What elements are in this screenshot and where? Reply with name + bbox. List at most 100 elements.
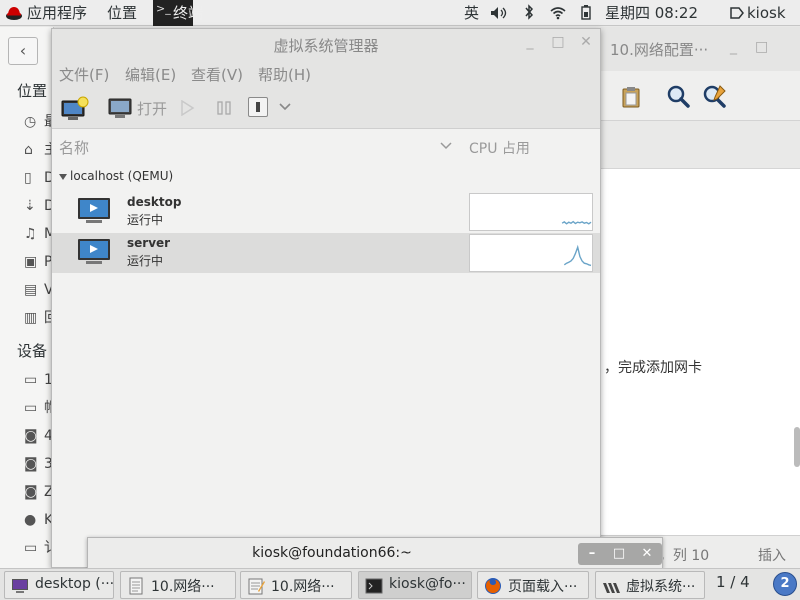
sidebar-device-6[interactable]: ● K <box>24 510 54 530</box>
insert-mode[interactable]: 插入 <box>758 545 786 565</box>
menu-view[interactable]: 查看(V) <box>191 64 243 85</box>
terminal-minimize-button[interactable]: – <box>580 544 604 564</box>
user-menu[interactable]: kiosk <box>730 0 786 26</box>
task-vm-desktop[interactable]: desktop (··· <box>4 571 114 599</box>
column-name[interactable]: 名称 <box>59 137 89 158</box>
task-firefox[interactable]: 页面载入··· <box>477 571 589 599</box>
menu-file[interactable]: 文件(F) <box>59 64 109 85</box>
home-icon: ⌂ <box>24 142 33 158</box>
notification-badge[interactable]: 2 <box>773 572 797 596</box>
vm-monitor-icon <box>78 239 110 264</box>
gedit-maximize-button[interactable]: □ <box>755 39 768 55</box>
chevron-down-icon[interactable] <box>440 141 452 151</box>
disk-icon: ◙ <box>24 484 38 500</box>
host-row[interactable]: localhost (QEMU) <box>52 167 600 187</box>
pause-icon[interactable] <box>216 101 232 115</box>
gedit-titlebar[interactable]: 10.网络配置··· _ □ <box>600 27 800 71</box>
column-cpu-usage[interactable]: CPU 占用 <box>469 138 530 158</box>
applications-menu[interactable]: 应用程序 <box>27 0 87 26</box>
vm-row-desktop[interactable]: desktop 运行中 <box>52 192 600 232</box>
vm-name: desktop <box>127 195 182 209</box>
sidebar-item-videos[interactable]: ▤ V <box>24 280 54 300</box>
sidebar-item-downloads[interactable]: ⇣ D <box>24 196 55 216</box>
terminal-window[interactable]: kiosk@foundation66:~ – □ ✕ <box>87 537 663 569</box>
task-terminal[interactable]: kiosk@fo··· <box>358 571 472 599</box>
monitor-icon <box>108 98 132 118</box>
vmm-minimize-button[interactable]: _ <box>522 34 538 50</box>
gedit-scrollbar[interactable] <box>794 427 800 467</box>
vmm-title: 虚拟系统管理器 <box>273 37 379 55</box>
terminal-icon <box>365 578 383 594</box>
places-menu[interactable]: 位置 <box>107 0 137 26</box>
sidebar-device-4[interactable]: ◙ 3 <box>24 454 54 474</box>
clock[interactable]: 星期四 08:22 <box>605 0 698 26</box>
film-icon: ▤ <box>24 282 38 298</box>
search-icon[interactable] <box>666 84 690 108</box>
input-method-indicator[interactable]: 英 <box>464 0 479 26</box>
task-label: 虚拟系统··· <box>626 579 696 595</box>
sidebar-item-pictures[interactable]: ▣ P <box>24 252 54 272</box>
vm-status: 运行中 <box>127 254 164 268</box>
sidebar-device-3[interactable]: ◙ 4 <box>24 426 54 446</box>
virt-manager-icon <box>603 583 620 593</box>
terminal-maximize-button[interactable]: □ <box>607 544 631 564</box>
sidebar-device-2[interactable]: ▭帽 <box>24 398 58 418</box>
chevron-down-icon[interactable] <box>278 100 292 114</box>
vm-status: 运行中 <box>127 213 164 227</box>
firefox-icon <box>485 578 501 594</box>
gedit-window: 10.网络配置··· _ □ ，完成添加网卡 7，列 10 插入 <box>600 27 800 572</box>
vmm-close-button[interactable]: ✕ <box>578 34 594 50</box>
redhat-logo-icon[interactable] <box>4 0 24 26</box>
usb-icon: ● <box>24 512 37 528</box>
shutdown-icon[interactable] <box>248 97 268 117</box>
trash-icon: ▥ <box>24 310 38 326</box>
sidebar-heading-places: 位置 <box>17 82 48 100</box>
expander-arrow-icon[interactable] <box>58 173 68 181</box>
gedit-document-text[interactable]: ，完成添加网卡 <box>604 357 702 377</box>
menu-edit[interactable]: 编辑(E) <box>125 64 176 85</box>
disk-icon: ◙ <box>24 456 38 472</box>
sidebar-item-home[interactable]: ⌂主 <box>24 140 58 160</box>
vmm-maximize-button[interactable]: □ <box>550 34 566 50</box>
menu-help[interactable]: 帮助(H) <box>258 64 311 85</box>
top-panel: 应用程序 位置 >_ 终端 英 星期四 08:22 kiosk <box>0 0 800 26</box>
system-status-area[interactable] <box>490 0 592 26</box>
run-icon[interactable] <box>179 100 195 116</box>
cpu-usage-graph <box>469 193 593 231</box>
terminal-app-label[interactable]: 终端 <box>173 0 203 26</box>
vm-row-server[interactable]: server 运行中 <box>52 233 600 273</box>
bottom-taskbar: desktop (··· 10.网络··· 10.网络··· kiosk@fo·… <box>0 568 800 600</box>
sidebar-item-trash[interactable]: ▥回 <box>24 308 58 328</box>
task-gedit[interactable]: 10.网络··· <box>240 571 352 599</box>
sidebar-device-5[interactable]: ◙ Z <box>24 482 54 502</box>
gedit-minimize-button[interactable]: _ <box>730 39 737 55</box>
vm-monitor-icon <box>78 198 110 223</box>
document-icon <box>129 577 143 595</box>
sidebar-item-music[interactable]: ♫M <box>24 224 56 244</box>
gedit-tab-strip <box>600 121 800 169</box>
drive-icon: ▭ <box>24 540 38 556</box>
workspace-indicator[interactable]: 1 / 4 <box>716 573 750 591</box>
clock-icon: ◷ <box>24 114 37 130</box>
sidebar-item-documents[interactable]: ▯ D <box>24 168 55 188</box>
sidebar-device-1[interactable]: ▭ 1 <box>24 370 54 390</box>
vmm-titlebar[interactable]: 虚拟系统管理器 _ □ ✕ <box>52 29 600 59</box>
vm-name: server <box>127 236 171 250</box>
vmm-toolbar: 打开 <box>52 87 600 129</box>
sidebar-item-recent[interactable]: ◷最 <box>24 112 58 132</box>
file-manager-window: ‹ 位置 ◷最 ⌂主 ▯D ⇣D ♫M ▣P ▤V ▥回 设备 ▭1 ▭帽 ◙4… <box>0 27 58 572</box>
text-editor-icon <box>248 578 265 595</box>
document-icon: ▯ <box>24 170 32 186</box>
sidebar-device-7[interactable]: ▭讠 <box>24 538 58 558</box>
user-name: kiosk <box>747 4 786 22</box>
task-document-1[interactable]: 10.网络··· <box>120 571 236 599</box>
terminal-close-button[interactable]: ✕ <box>635 544 659 564</box>
back-button[interactable]: ‹ <box>8 37 38 65</box>
paste-icon[interactable] <box>620 86 642 108</box>
find-replace-icon[interactable] <box>702 84 728 108</box>
task-label: kiosk@fo··· <box>389 576 466 592</box>
new-vm-icon[interactable] <box>60 96 90 122</box>
gedit-title: 10.网络配置··· <box>610 41 709 59</box>
task-virt-manager[interactable]: 虚拟系统··· <box>595 571 705 599</box>
cpu-usage-sparkline <box>563 244 592 267</box>
